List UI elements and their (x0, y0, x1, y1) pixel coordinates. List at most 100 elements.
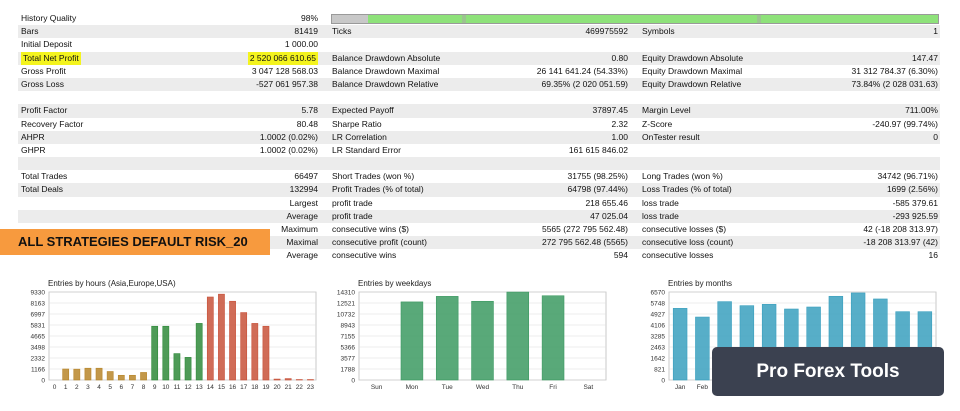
report-row: GHPR 1.0002 (0.02%) LR Standard Error 161 6… (18, 144, 940, 157)
y-tick-label: 5748 (651, 301, 666, 308)
bar (184, 357, 192, 381)
y-tick-label: 0 (351, 378, 355, 385)
stat-value: 47 025.04 (590, 210, 628, 221)
bar (73, 368, 81, 381)
report-row: AHPR 1.0002 (0.02%) LR Correlation 1.00 OnTe… (18, 130, 940, 144)
stat-value: 711.00% (905, 105, 938, 116)
stat-label: GHPR (21, 144, 46, 155)
stat-value: 64798 (97.44%) (567, 184, 629, 195)
x-tick-label: 18 (251, 384, 259, 391)
x-tick-label: Jan (675, 384, 686, 391)
stat-value: 3 047 128 568.03 (251, 65, 318, 76)
stat-value: 1.0002 (0.02%) (259, 131, 318, 142)
history-quality-bar (331, 14, 939, 24)
report-row: Total Deals 132994 Profit Trades (% of tot… (18, 183, 940, 197)
bar (284, 378, 292, 381)
quality-bar-gap (332, 15, 368, 23)
stat-value: 161 615 846.02 (568, 144, 628, 155)
x-tick-label: 9 (153, 384, 157, 391)
x-tick-label: Thu (512, 384, 524, 391)
bar (206, 296, 214, 381)
pro-forex-tools-logo: Pro Forex Tools (712, 347, 944, 396)
x-tick-label: 19 (262, 384, 270, 391)
x-tick-label: 0 (53, 384, 57, 391)
x-tick-label: 5 (108, 384, 112, 391)
y-tick-label: 6570 (651, 290, 666, 297)
report-row: Largest profit trade 218 655.46 loss trade -… (18, 197, 940, 210)
stat-label: OnTester result (642, 131, 700, 142)
stat-value: 5.78 (301, 105, 318, 116)
stat-value: 1 000.00 (284, 39, 318, 50)
y-tick-label: 8163 (31, 301, 46, 308)
stat-value: 1 (933, 26, 938, 37)
report-row: History Quality 98% (18, 12, 940, 25)
stat-label: profit trade (332, 197, 373, 208)
y-tick-label: 1642 (651, 356, 666, 363)
bar (117, 374, 125, 381)
stat-value: 132994 (289, 184, 318, 195)
report-row: Gross Profit 3 047 128 568.03 Balance Draw… (18, 65, 940, 78)
stat-label: Sharpe Ratio (332, 118, 382, 129)
stat-label: consecutive loss (count) (642, 237, 734, 248)
x-tick-label: 13 (196, 384, 204, 391)
y-tick-label: 14310 (337, 290, 355, 297)
y-tick-label: 9330 (31, 290, 46, 297)
stat-label: Long Trades (won %) (642, 171, 723, 182)
x-tick-label: 8 (142, 384, 146, 391)
stat-value: 26 141 641.24 (54.33%) (536, 65, 628, 76)
report-row (18, 91, 940, 104)
bar (140, 372, 147, 381)
x-tick-label: 21 (285, 384, 293, 391)
stat-value: 37897.45 (592, 105, 628, 116)
x-tick-label: Sun (371, 384, 383, 391)
bar (95, 367, 103, 381)
report-row (18, 157, 940, 171)
stat-label: Ticks (332, 26, 352, 37)
report-row: Profit Factor 5.78 Expected Payoff 37897.45… (18, 104, 940, 118)
stat-value: 218 655.46 (585, 197, 628, 208)
x-tick-label: 20 (273, 384, 281, 391)
stat-value: 2 520 066 610.65 (247, 51, 318, 65)
stat-label: Total Deals (21, 184, 64, 195)
x-tick-label: 10 (162, 384, 170, 391)
stat-value: 5565 (272 795 562.48) (541, 224, 628, 234)
stat-value: 73.84% (2 028 031.63) (851, 78, 938, 89)
chart-title: Entries by months (668, 279, 733, 288)
stat-value: 42 (-18 208 313.97) (863, 224, 938, 234)
x-tick-label: Mon (406, 384, 419, 391)
stat-label: Maximal (286, 237, 318, 248)
stat-label: Total Trades (21, 171, 68, 182)
stat-label: Total Net Profit (21, 51, 81, 65)
stat-value: -240.97 (99.74%) (872, 118, 938, 129)
bar (435, 296, 459, 381)
stat-label: consecutive losses ($) (642, 224, 727, 234)
x-tick-label: 2 (75, 384, 79, 391)
report-row: Bars 81419 Ticks 469975592 Symbols 1 (18, 25, 940, 39)
stat-label: Balance Drawdown Relative (332, 78, 439, 89)
x-tick-label: Sat (583, 384, 593, 391)
x-tick-label: Tue (442, 384, 453, 391)
y-tick-label: 3577 (341, 356, 356, 363)
stat-label: Gross Profit (21, 65, 66, 76)
stat-label: Profit Trades (% of total) (332, 184, 424, 195)
stat-label: Balance Drawdown Maximal (332, 65, 440, 76)
stat-label: consecutive wins ($) (332, 224, 410, 234)
x-tick-label: 23 (307, 384, 315, 391)
bar (400, 301, 424, 381)
report-table: History Quality 98% Bars 81419 Ticks 46997559… (18, 12, 940, 263)
y-tick-label: 8943 (341, 323, 356, 330)
bar (129, 374, 136, 381)
stat-label: consecutive wins (332, 250, 397, 261)
y-tick-label: 6997 (31, 312, 46, 319)
stat-value: 1.00 (611, 131, 628, 142)
stat-label: Equity Drawdown Relative (642, 78, 742, 89)
x-tick-label: 16 (229, 384, 237, 391)
report-row: Gross Loss -527 061 957.38 Balance Drawdow… (18, 77, 940, 92)
report-row: Initial Deposit 1 000.00 (18, 38, 940, 51)
stat-value: 469975592 (585, 26, 628, 37)
y-tick-label: 1788 (341, 367, 356, 374)
stat-label: Maximum (281, 224, 318, 234)
stat-value: 0 (933, 131, 938, 142)
stat-value: 272 795 562.48 (5565) (541, 237, 628, 248)
bar (229, 300, 236, 381)
